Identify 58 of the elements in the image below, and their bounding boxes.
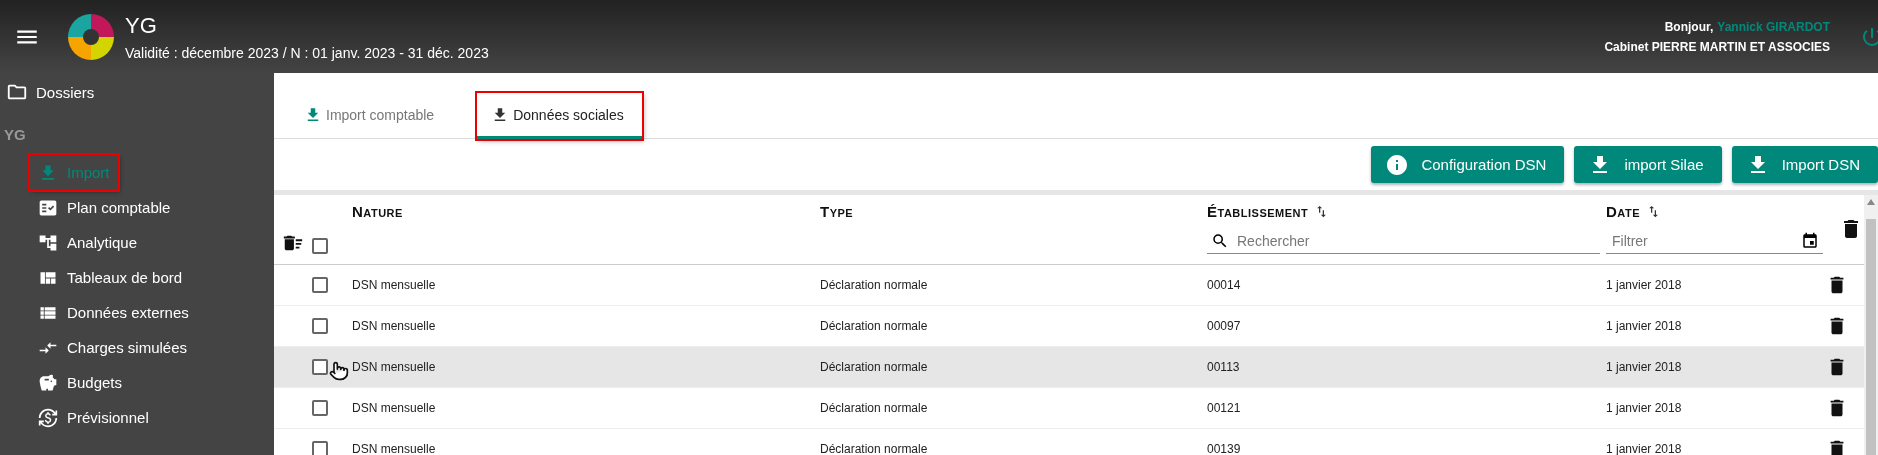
table-cell-text: Déclaration normale [820,442,929,455]
info-icon [1385,152,1410,177]
column-header: Nature [352,203,403,220]
tab[interactable]: Import comptable [290,93,453,139]
app-title: YG [125,12,158,39]
logo-icon [67,12,115,61]
row-checkbox[interactable] [312,441,328,455]
row-checkbox[interactable] [312,318,328,334]
sidebar-item[interactable]: Analytique [30,225,146,260]
hand-cursor-icon [329,361,349,381]
table-cell-text: DSN mensuelle [352,319,437,333]
table-cell-text: Déclaration normale [820,319,929,333]
firm-name: Cabinet PIERRE MARTIN ET ASSOCIES [1604,39,1830,54]
sidebar-item[interactable]: Budgets [30,365,131,400]
scroll-up-arrow-icon[interactable] [1867,199,1875,205]
table-cell-text: DSN mensuelle [352,442,437,455]
greeting-text: Bonjour, [1664,19,1714,34]
folders-link[interactable]: Dossiers [0,81,258,103]
sidebar-item[interactable]: Données externes [30,295,197,330]
table-cell-text: Déclaration normale [820,278,929,292]
piggy-bank-icon [38,372,58,393]
tab[interactable]: Données sociales [477,93,642,139]
table-cell-text: 00097 [1207,319,1242,333]
sidebar-item[interactable]: Plan comptable [30,190,179,225]
action-button[interactable]: Import DSN [1731,146,1878,183]
sidebar-item[interactable]: Prévisionnel [30,400,157,435]
column-header: Établissement [1207,203,1309,220]
table-cell-text: 00014 [1207,278,1242,292]
scrollbar[interactable] [1864,195,1878,455]
row-checkbox[interactable] [312,277,328,293]
money-exchange-icon [38,407,58,428]
table-cell-text: 1 janvier 2018 [1606,401,1683,415]
table-cell-text: 1 janvier 2018 [1606,278,1683,292]
column-header: Type [820,203,854,220]
action-button[interactable]: import Silae [1574,146,1722,183]
table-cell-text: DSN mensuelle [352,278,437,292]
row-checkbox[interactable] [312,400,328,416]
table-cell-text: 00139 [1207,442,1242,455]
action-button[interactable]: Configuration DSN [1371,146,1565,183]
table-cell-text: 00121 [1207,401,1242,415]
row-checkbox[interactable] [312,359,328,375]
table-cell-text: 1 janvier 2018 [1606,319,1683,333]
table-cell-text: 00113 [1207,360,1241,374]
table-cell-text: 1 janvier 2018 [1606,442,1683,455]
sidebar-item[interactable]: Tableaux de bord [30,260,191,295]
sidebar-item[interactable]: Charges simulées [30,330,196,365]
table-cell-text: Déclaration normale [820,401,929,415]
user-name: Yannick GIRARDOT [1717,19,1830,34]
table-cell-text: 1 janvier 2018 [1606,360,1683,374]
column-header: Date [1606,203,1641,220]
table-cell-text: Déclaration normale [820,360,929,374]
search-icon [1211,231,1229,250]
calendar-icon[interactable] [1801,231,1819,250]
table-cell-text: DSN mensuelle [352,360,437,374]
validity-period: Validité : décembre 2023 / N : 01 janv. 2023 - 31 déc. 2023 [125,44,489,61]
table-cell-text: DSN mensuelle [352,401,437,415]
select-all-checkbox[interactable] [312,238,328,254]
section-label: YG [4,126,27,143]
